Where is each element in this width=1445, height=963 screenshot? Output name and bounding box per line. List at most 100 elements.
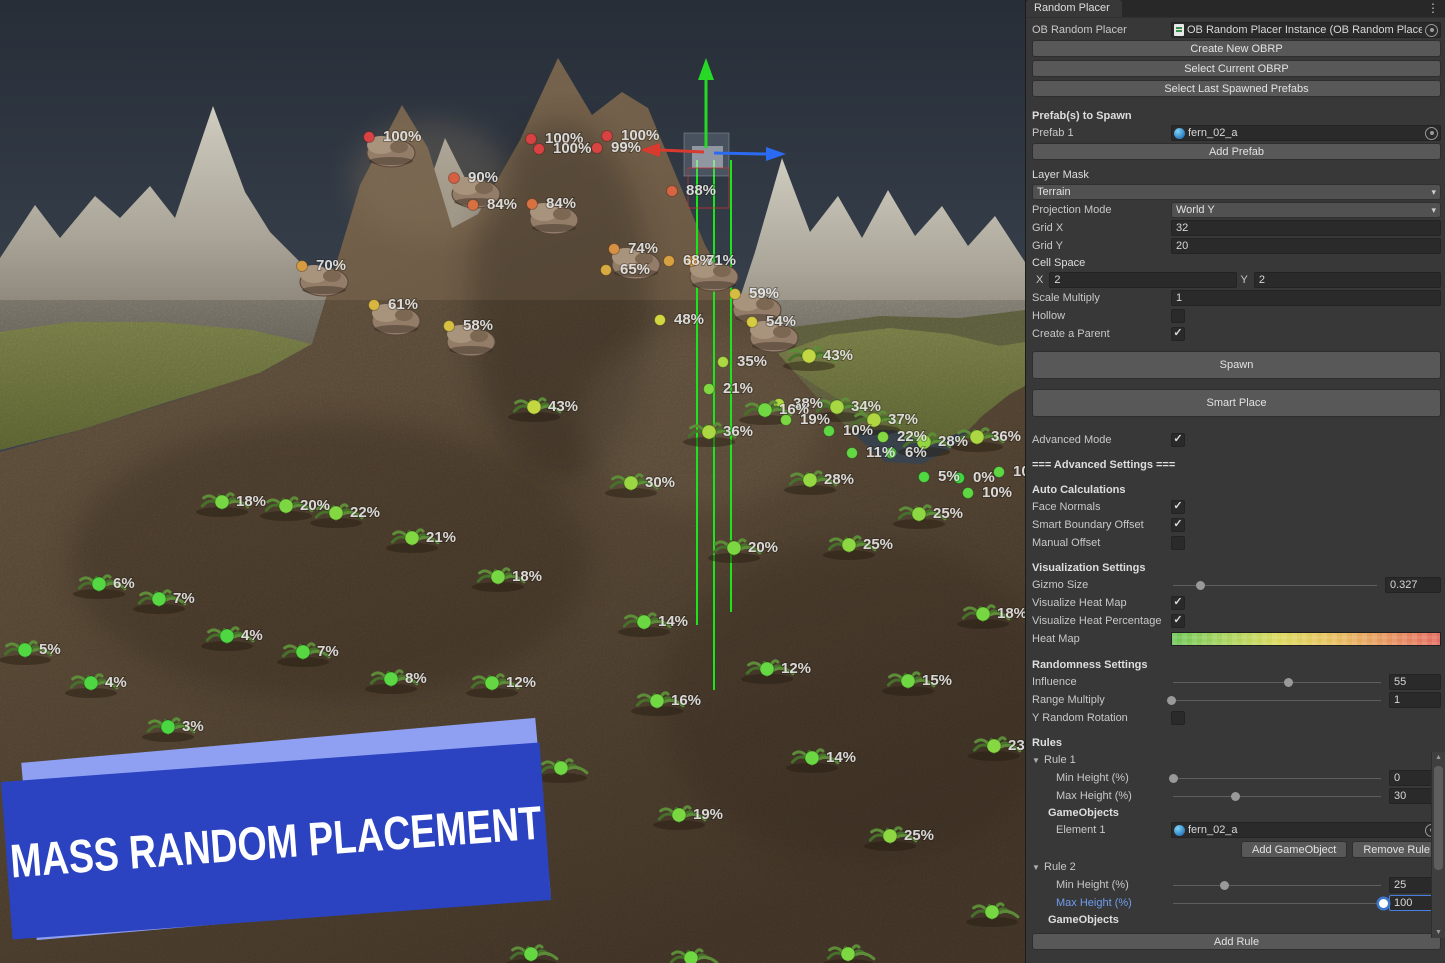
obrp-object-field[interactable]: OB Random Placer Instance (OB Random Pla… xyxy=(1171,22,1441,38)
heat-percentage-label: 36% xyxy=(991,428,1021,445)
heat-marker xyxy=(701,424,717,440)
heat-marker xyxy=(484,675,500,691)
gizmo-size-slider[interactable] xyxy=(1171,578,1379,592)
terrain-render: 100% 100%100%100%99%90%84% 84%88%70%74%65%… xyxy=(0,0,1025,963)
cell-y-input[interactable]: 2 xyxy=(1253,272,1441,288)
cell-x-input[interactable]: 2 xyxy=(1049,272,1237,288)
heat-percentage-label: 54% xyxy=(766,313,796,330)
visualization-header: Visualization Settings xyxy=(1032,562,1146,574)
heat-marker xyxy=(877,431,889,443)
heat-percentage-label: 34% xyxy=(851,398,881,415)
range-multiply-slider[interactable] xyxy=(1167,693,1383,707)
heat-marker xyxy=(443,320,455,332)
heat-percentage-label: 84% xyxy=(546,195,576,212)
rule2-foldout[interactable]: ▼ Rule 2 xyxy=(1032,858,1441,876)
visualize-heatpct-checkbox[interactable]: ✓ xyxy=(1171,614,1185,628)
projection-mode-dropdown[interactable]: World Y ▾ xyxy=(1171,202,1441,218)
heat-percentage-label: 6% xyxy=(905,444,927,461)
spawn-button[interactable]: Spawn xyxy=(1032,351,1441,379)
advanced-mode-checkbox[interactable]: ✓ xyxy=(1171,433,1185,447)
manual-offset-checkbox[interactable] xyxy=(1171,536,1185,550)
y-random-rotation-checkbox[interactable] xyxy=(1171,711,1185,725)
heat-marker xyxy=(160,719,176,735)
heat-marker xyxy=(328,505,344,521)
tab-random-placer[interactable]: Random Placer xyxy=(1026,0,1122,17)
kebab-menu-icon[interactable]: ⋮ xyxy=(1421,0,1445,17)
create-parent-checkbox[interactable]: ✓ xyxy=(1171,327,1185,341)
object-picker-icon[interactable] xyxy=(1425,23,1438,37)
select-current-obrp-button[interactable]: Select Current OBRP xyxy=(1032,60,1441,77)
rule1-foldout[interactable]: ▼ Rule 1 xyxy=(1032,751,1441,769)
rule1-element1-field[interactable]: fern_02_a xyxy=(1171,822,1441,838)
heat-marker xyxy=(683,950,699,963)
heat-percentage-label: 4% xyxy=(241,627,263,644)
grid-y-input[interactable]: 20 xyxy=(1171,238,1441,254)
scroll-down-icon[interactable]: ▼ xyxy=(1432,929,1445,936)
heat-percentage-label: 28% xyxy=(824,471,854,488)
range-multiply-value[interactable]: 1 xyxy=(1389,692,1441,708)
projection-mode-label: Projection Mode xyxy=(1032,204,1112,216)
add-gameobject-button[interactable]: Add GameObject xyxy=(1240,841,1348,858)
heat-percentage-label: 22% xyxy=(350,504,380,521)
scale-multiply-input[interactable]: 1 xyxy=(1171,290,1441,306)
add-rule-button[interactable]: Add Rule xyxy=(1032,933,1441,950)
heat-marker xyxy=(663,255,675,267)
heat-marker xyxy=(984,904,1000,920)
rules-scrollbar[interactable]: ▲ ▼ xyxy=(1431,752,1445,938)
heat-percentage-label: 18% xyxy=(512,568,542,585)
layer-mask-dropdown[interactable]: Terrain ▾ xyxy=(1032,184,1441,200)
heat-percentage-label: 15% xyxy=(922,672,952,689)
heat-marker xyxy=(840,946,856,962)
rule1-min-label: Min Height (%) xyxy=(1056,772,1129,784)
grid-x-row: Grid X 32 xyxy=(1032,219,1441,237)
rule2-max-slider[interactable] xyxy=(1171,896,1388,910)
heat-percentage-label: 18% xyxy=(236,493,266,510)
heat-percentage-label: 12% xyxy=(781,660,811,677)
heat-marker xyxy=(600,264,612,276)
foldout-arrow-icon[interactable]: ▼ xyxy=(1032,863,1044,872)
select-last-spawned-button[interactable]: Select Last Spawned Prefabs xyxy=(1032,80,1441,97)
object-picker-icon[interactable] xyxy=(1425,126,1438,140)
remove-rule-button[interactable]: Remove Rule xyxy=(1352,841,1441,858)
heat-marker xyxy=(746,316,758,328)
influence-value[interactable]: 55 xyxy=(1389,674,1441,690)
smart-place-button[interactable]: Smart Place xyxy=(1032,389,1441,417)
gizmo-size-value[interactable]: 0.327 xyxy=(1385,577,1441,593)
obrp-row: OB Random Placer OB Random Placer Instan… xyxy=(1032,21,1441,39)
heat-marker xyxy=(666,185,678,197)
rule1-max-slider[interactable] xyxy=(1171,789,1383,803)
heat-percentage-label: 58% xyxy=(463,317,493,334)
prefab1-value: fern_02_a xyxy=(1188,127,1238,139)
y-random-rotation-row: Y Random Rotation xyxy=(1032,709,1441,727)
face-normals-checkbox[interactable]: ✓ xyxy=(1171,500,1185,514)
auto-calculations-header: Auto Calculations xyxy=(1032,484,1126,496)
randomness-header: Randomness Settings xyxy=(1032,659,1148,671)
visualize-heatmap-checkbox[interactable]: ✓ xyxy=(1171,596,1185,610)
scrollbar-thumb[interactable] xyxy=(1434,766,1443,870)
heat-marker xyxy=(654,314,666,326)
heatmap-gradient-field[interactable] xyxy=(1171,632,1441,646)
rule2-min-slider[interactable] xyxy=(1171,878,1383,892)
prefabs-header: Prefab(s) to Spawn xyxy=(1032,110,1132,122)
range-multiply-label: Range Multiply xyxy=(1032,694,1105,706)
heat-marker xyxy=(829,399,845,415)
hollow-checkbox[interactable] xyxy=(1171,309,1185,323)
grid-x-input[interactable]: 32 xyxy=(1171,220,1441,236)
rule1-min-slider[interactable] xyxy=(1169,771,1383,785)
scene-viewport[interactable]: 100% 100% 100% 100% 99% 90% 84% 84% 88% 70% 74% 65%… xyxy=(0,0,1025,963)
heat-percentage-label: 35% xyxy=(737,353,767,370)
influence-slider[interactable] xyxy=(1171,675,1383,689)
create-new-obrp-button[interactable]: Create New OBRP xyxy=(1032,40,1441,57)
foldout-arrow-icon[interactable]: ▼ xyxy=(1032,756,1044,765)
prefab1-object-field[interactable]: fern_02_a xyxy=(1171,125,1441,141)
heat-marker xyxy=(801,348,817,364)
advanced-mode-row: Advanced Mode ✓ xyxy=(1032,431,1441,449)
heat-marker xyxy=(608,243,620,255)
obrp-value: OB Random Placer Instance (OB Random Pla… xyxy=(1187,24,1422,36)
smart-boundary-checkbox[interactable]: ✓ xyxy=(1171,518,1185,532)
add-prefab-button[interactable]: Add Prefab xyxy=(1032,143,1441,160)
heat-percentage-label: 22% xyxy=(897,428,927,445)
x-axis xyxy=(659,148,705,154)
scroll-up-icon[interactable]: ▲ xyxy=(1432,754,1445,761)
heat-percentage-label: 25% xyxy=(933,505,963,522)
